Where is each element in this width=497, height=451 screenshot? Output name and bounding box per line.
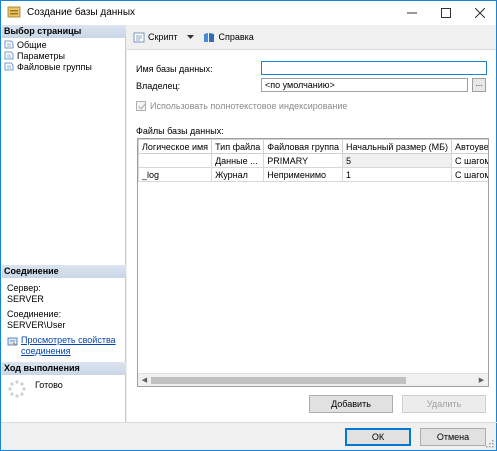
help-icon (204, 32, 215, 42)
table-row[interactable]: Данные ... PRIMARY 5 С шагом по 1 (138, 153, 488, 168)
grid-cell[interactable]: Данные ... (211, 153, 265, 168)
files-label: Файлы базы данных: (136, 126, 224, 136)
page-item-label: Файловые группы (17, 61, 92, 72)
ok-button[interactable]: ОК (345, 428, 411, 446)
link-line-2: соединения (21, 346, 71, 356)
link-line-1: Просмотреть свойства (21, 335, 116, 345)
progress-spinner-icon (8, 380, 26, 398)
maximize-button[interactable] (429, 1, 463, 25)
left-panel: Выбор страницы Общие Параметры Файловые … (2, 25, 126, 422)
resize-grip-icon[interactable] (484, 438, 494, 448)
grid-cell[interactable]: С шагом по 1 (451, 167, 488, 182)
grid-cell[interactable]: 1 (341, 167, 453, 182)
grid-cell[interactable]: С шагом по 1 (451, 153, 488, 168)
column-header[interactable]: Автоувеличение (451, 139, 488, 154)
page-icon (4, 62, 14, 71)
grid-header-row: Логическое имя Тип файла Файловая группа… (138, 139, 488, 154)
footer-divider (2, 422, 497, 423)
pages-header: Выбор страницы (2, 25, 126, 38)
fulltext-label: Использовать полнотекстовое индексирован… (150, 101, 348, 111)
column-header[interactable]: Файловая группа (263, 139, 343, 154)
create-database-dialog: Создание базы данных Выбор страницы Общи… (0, 0, 497, 451)
fulltext-option[interactable]: Использовать полнотекстовое индексирован… (136, 101, 347, 111)
script-button[interactable]: Скрипт (133, 32, 177, 43)
page-item-filegroups[interactable]: Файловые группы (4, 61, 92, 72)
fulltext-checkbox[interactable] (136, 101, 146, 111)
script-dropdown[interactable] (187, 34, 197, 40)
toolbar: Скрипт Справка (127, 27, 496, 47)
help-label: Справка (218, 32, 254, 42)
page-item-label: Общие (17, 39, 47, 50)
close-icon (475, 8, 485, 18)
add-button[interactable]: Добавить (309, 395, 393, 413)
page-item-label: Параметры (17, 50, 65, 61)
grid-cell[interactable]: _log (138, 167, 213, 182)
scroll-left-icon[interactable]: ◀ (138, 374, 151, 386)
script-icon (133, 32, 145, 42)
remove-button[interactable]: Удалить (402, 395, 486, 413)
owner-input[interactable] (261, 78, 468, 92)
database-files-grid[interactable]: Логическое имя Тип файла Файловая группа… (137, 138, 489, 387)
general-page: Имя базы данных: Владелец: ... Использов… (127, 50, 496, 422)
database-icon (7, 6, 21, 18)
table-row[interactable]: _log Журнал Неприменимо 1 С шагом по 1 (138, 167, 488, 182)
scrollbar-thumb[interactable] (151, 377, 406, 384)
minimize-button[interactable] (395, 1, 429, 25)
help-button[interactable]: Справка (203, 32, 254, 43)
connection-header: Соединение (2, 265, 126, 278)
horizontal-scrollbar[interactable]: ◀ ▶ (138, 373, 488, 386)
grid-cell[interactable]: Неприменимо (263, 167, 343, 182)
connection-value: SERVER\User (7, 320, 66, 330)
db-name-input[interactable] (261, 61, 487, 75)
column-header[interactable]: Логическое имя (138, 139, 213, 154)
page-item-general[interactable]: Общие (4, 39, 47, 50)
cancel-button[interactable]: Отмена (420, 428, 486, 446)
maximize-icon (441, 8, 451, 18)
view-connection-properties-link[interactable]: Просмотреть свойства соединения (21, 335, 116, 357)
grid-cell[interactable]: PRIMARY (263, 153, 343, 168)
column-header[interactable]: Начальный размер (МБ) (341, 139, 453, 154)
connection-label: Соединение: (7, 309, 62, 319)
server-value: SERVER (7, 294, 44, 304)
column-header[interactable]: Тип файла (211, 139, 265, 154)
owner-label: Владелец: (136, 81, 181, 91)
connection-properties-icon (7, 337, 18, 346)
files-table: Логическое имя Тип файла Файловая группа… (138, 139, 488, 182)
chevron-down-icon (187, 34, 195, 39)
script-label: Скрипт (148, 32, 178, 42)
grid-cell[interactable] (138, 153, 213, 168)
owner-browse-button[interactable]: ... (472, 78, 486, 92)
close-button[interactable] (463, 1, 497, 25)
page-icon (4, 51, 14, 60)
grid-cell[interactable]: Журнал (211, 167, 265, 182)
progress-header: Ход выполнения (2, 362, 126, 375)
page-icon (4, 40, 14, 49)
progress-status: Готово (35, 380, 63, 390)
grid-cell[interactable]: 5 (341, 153, 453, 168)
window-title: Создание базы данных (27, 7, 136, 18)
scroll-right-icon[interactable]: ▶ (475, 374, 488, 386)
page-item-options[interactable]: Параметры (4, 50, 65, 61)
db-name-label: Имя базы данных: (136, 64, 213, 74)
server-label: Сервер: (7, 283, 41, 293)
minimize-icon (407, 12, 417, 14)
title-bar: Создание базы данных (1, 1, 496, 25)
